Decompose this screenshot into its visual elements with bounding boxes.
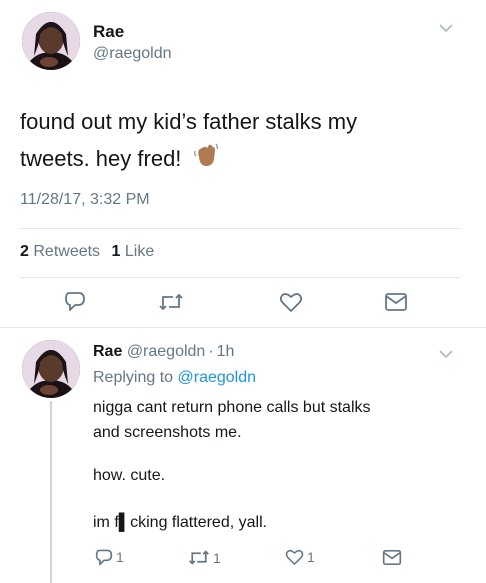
likes-label: Like: [124, 243, 155, 260]
retweet-button[interactable]: [158, 292, 184, 317]
retweet-icon: [189, 550, 209, 565]
reply-button[interactable]: 1: [95, 548, 124, 566]
thread-line: [50, 401, 52, 583]
heart-icon: [285, 549, 304, 565]
heart-icon: [279, 293, 303, 312]
like-button[interactable]: [279, 291, 303, 318]
retweets-count: 2: [20, 243, 29, 260]
reply-icon: [95, 549, 113, 566]
direct-message-button[interactable]: [382, 549, 402, 571]
retweets-stat[interactable]: 2 Retweets: [20, 243, 105, 260]
chevron-down-icon[interactable]: [438, 20, 454, 37]
retweet-button[interactable]: 1: [188, 549, 221, 566]
display-name[interactable]: Rae: [93, 22, 124, 42]
reply-header: Rae @raegoldn · 1h: [93, 343, 234, 361]
reply-text-line: im f▌cking flattered, yall.: [93, 514, 268, 531]
handle[interactable]: @raegoldn: [127, 343, 206, 360]
divider: [0, 327, 486, 328]
avatar[interactable]: [22, 340, 80, 398]
time-ago[interactable]: 1h: [217, 343, 235, 360]
direct-message-button[interactable]: [384, 292, 408, 317]
replying-to-label: Replying to: [93, 369, 174, 386]
profile-photo: [22, 12, 80, 70]
reply-text-line: and screenshots me.: [93, 424, 242, 441]
reply-icon: [65, 292, 85, 311]
like-button[interactable]: 1: [285, 548, 315, 566]
reply-button[interactable]: [64, 290, 86, 317]
divider: [20, 277, 460, 278]
profile-photo: [22, 340, 80, 398]
tweet-text: found out my kid’s father stalks my twee…: [20, 103, 430, 180]
envelope-icon: [382, 550, 402, 565]
likes-count: 1: [111, 243, 121, 260]
timestamp[interactable]: 11/28/17, 3:32 PM: [20, 191, 150, 209]
retweet-count: 1: [213, 549, 221, 566]
handle[interactable]: @raegoldn: [93, 45, 172, 63]
waving-hand-emoji: [192, 141, 220, 180]
envelope-icon: [385, 293, 407, 311]
divider: [20, 228, 460, 229]
tweet-text-content: found out my kid’s father stalks my twee…: [20, 109, 358, 171]
reply-count: 1: [116, 549, 124, 565]
reply-text-line: how. cute.: [93, 467, 166, 484]
display-name[interactable]: Rae: [93, 343, 122, 360]
engagement-stats: 2 Retweets 1 Like: [20, 243, 154, 261]
replying-to-handle[interactable]: @raegoldn: [178, 369, 257, 386]
reply-text-line: nigga cant return phone calls but stalks: [93, 399, 371, 416]
replying-to: Replying to @raegoldn: [93, 369, 256, 387]
retweet-icon: [159, 293, 183, 311]
avatar[interactable]: [22, 12, 80, 70]
chevron-down-icon[interactable]: [438, 346, 454, 363]
like-count: 1: [307, 549, 315, 565]
retweets-label: Retweets: [33, 243, 101, 260]
likes-stat[interactable]: 1 Like: [112, 243, 155, 260]
reply-text: nigga cant return phone calls but stalks…: [93, 395, 371, 445]
separator: ·: [208, 343, 214, 360]
